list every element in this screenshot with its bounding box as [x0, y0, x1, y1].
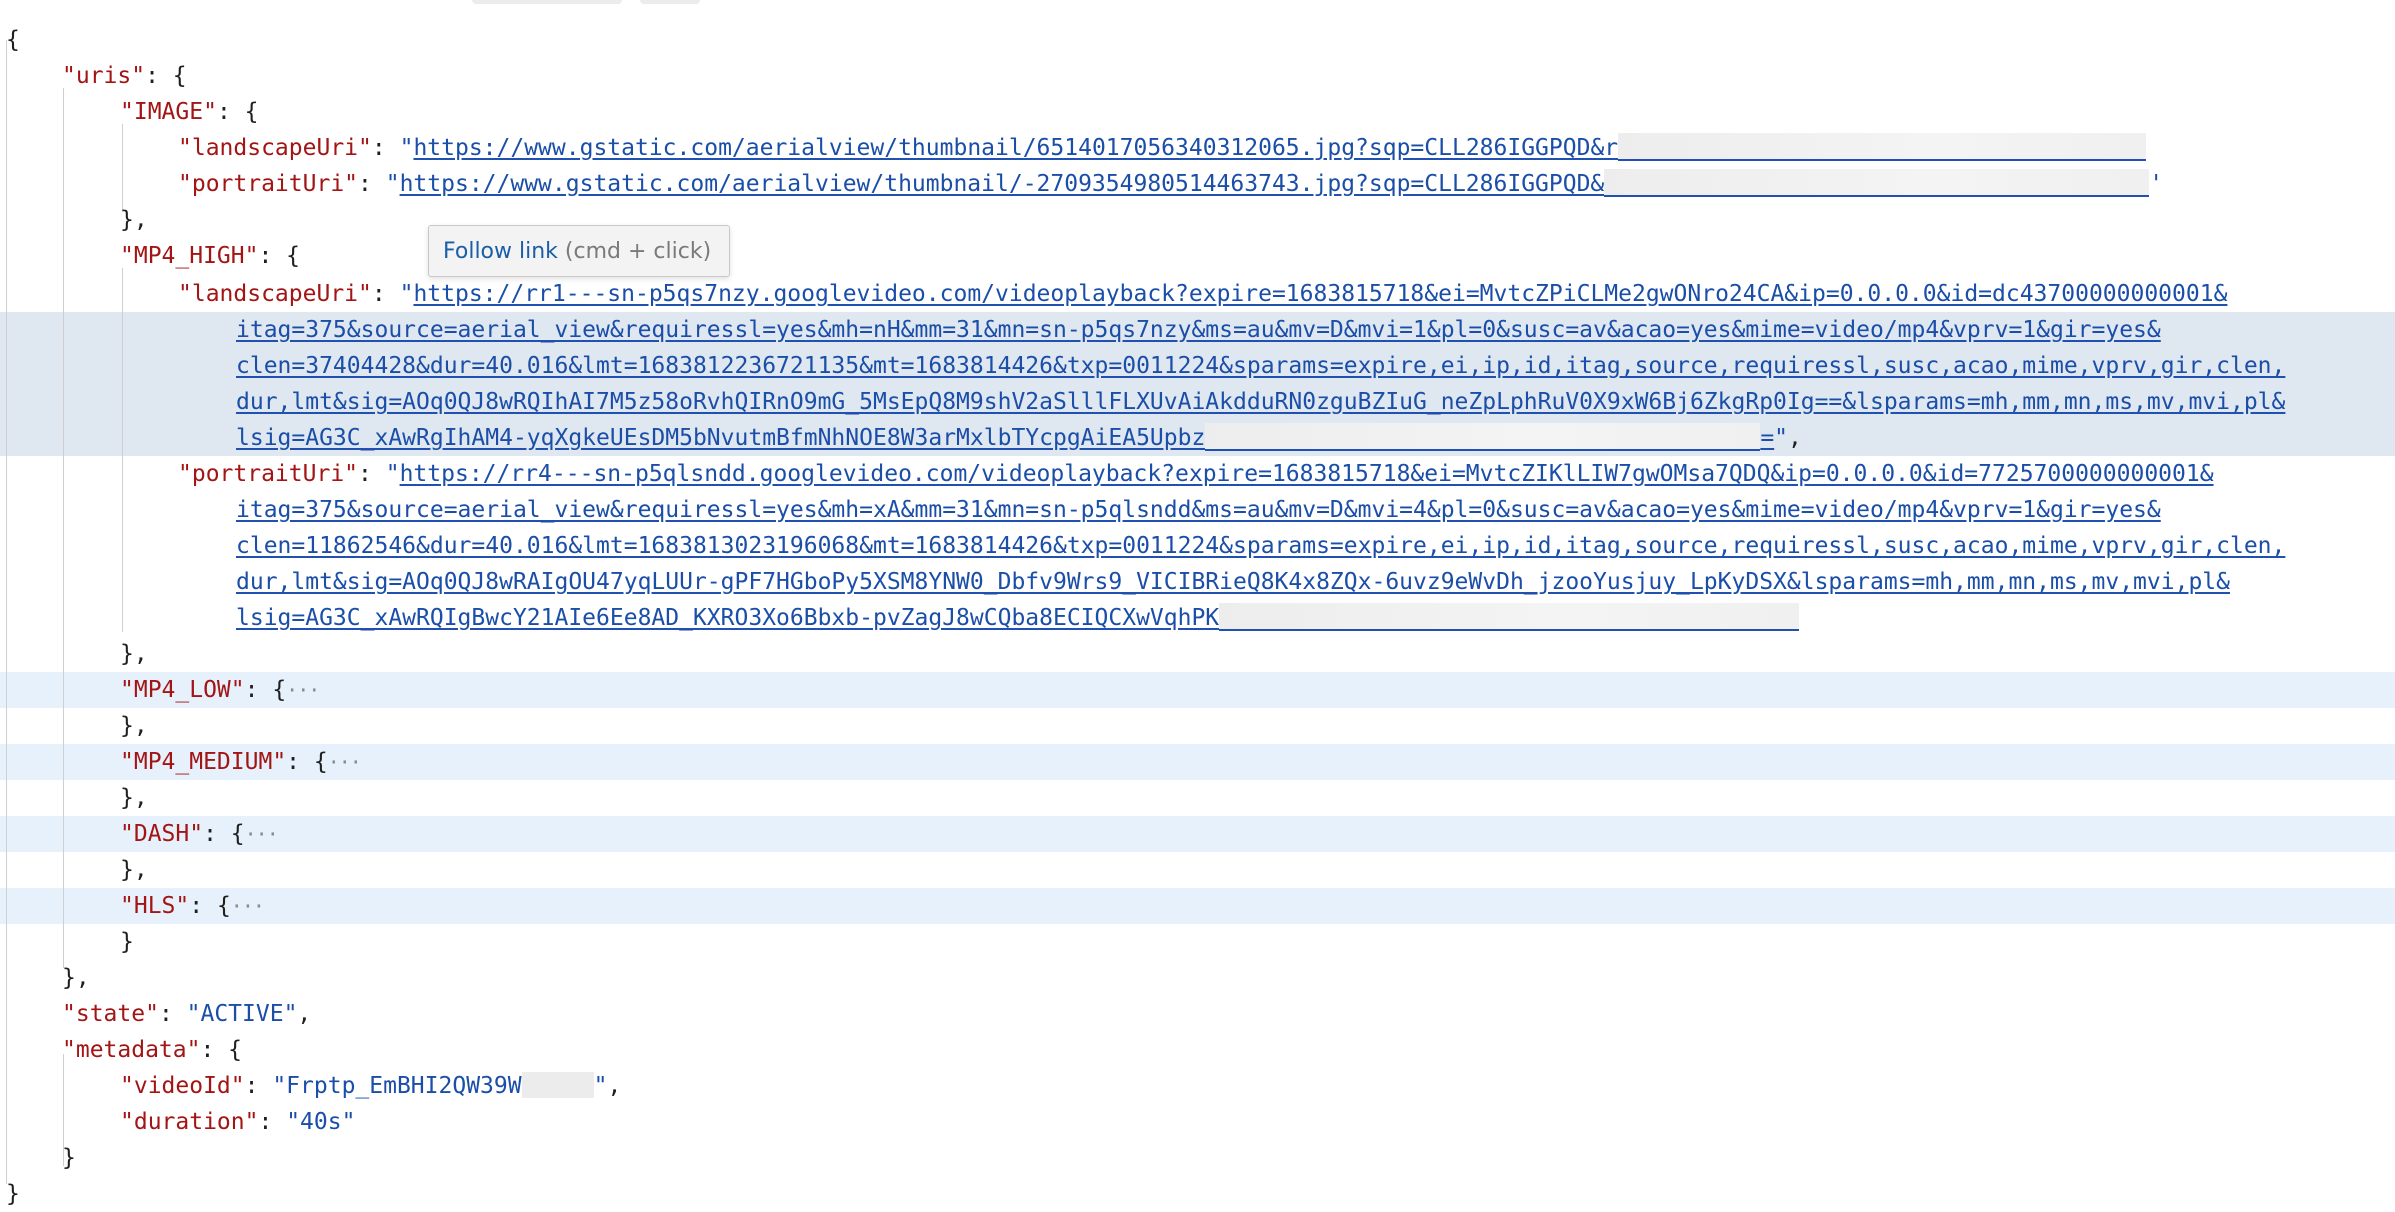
dash-key: "DASH" [120, 821, 204, 847]
json-line-state: "state": "ACTIVE", [62, 1001, 312, 1027]
uris-key: "uris" [62, 63, 146, 89]
json-line-mp4-low[interactable]: "MP4_LOW": {··· [120, 672, 320, 708]
duration-key: "duration" [120, 1109, 259, 1135]
high-landscape-link[interactable]: https://rr1---sn-p5qs7nzy.googlevideo.co… [413, 281, 2227, 307]
high-landscape-link[interactable]: lsig=AG3C_xAwRgIhAM4-yqXgkeUEsDM5bNvutmB… [236, 425, 1205, 451]
json-line-image: "IMAGE": { [120, 99, 259, 125]
indent-guide [122, 124, 123, 212]
video-id-value: "Frptp_EmBHI2QW39W [272, 1073, 522, 1099]
json-line: }, [62, 965, 90, 991]
follow-link-tooltip: Follow link (cmd + click) [428, 225, 730, 277]
image-portrait-link[interactable]: https://www.gstatic.com/aerialview/thumb… [400, 171, 1605, 197]
json-line-metadata: "metadata": { [62, 1037, 243, 1063]
image-landscape-key: "landscapeUri" [178, 135, 372, 161]
json-line-wrap: clen=37404428&dur=40.016&lmt=16838122367… [236, 348, 2285, 384]
json-line: }, [120, 857, 148, 883]
redacted-region [521, 1071, 594, 1098]
json-line-wrap: dur,lmt&sig=AOq0QJ8wRAIgOU47yqLUUr-gPF7H… [236, 564, 2230, 600]
high-portrait-link[interactable]: lsig=AG3C_xAwRQIgBwcY21AIe6Ee8AD_KXRO3Xo… [236, 605, 1219, 631]
json-line: } [120, 929, 134, 955]
json-line: { [6, 22, 20, 58]
json-line: }, [120, 713, 148, 739]
json-line-wrap: itag=375&source=aerial_view&requiressl=y… [236, 312, 2161, 348]
hls-key: "HLS" [120, 893, 190, 919]
redacted-region [1604, 168, 2150, 197]
redacted-region [1618, 132, 2147, 161]
tooltip-follow-link[interactable]: Follow link [443, 239, 558, 264]
mp4-medium-key: "MP4_MEDIUM" [120, 749, 287, 775]
json-line: }, [120, 785, 148, 811]
image-landscape-link[interactable]: https://www.gstatic.com/aerialview/thumb… [413, 135, 1618, 161]
json-line-wrap: itag=375&source=aerial_view&requiressl=y… [236, 492, 2161, 528]
json-line-wrap: dur,lmt&sig=AOq0QJ8wRQIhAI7M5z58oRvhQIRn… [236, 384, 2285, 420]
state-key: "state" [62, 1001, 159, 1027]
folded-row-highlight [0, 816, 2395, 852]
tooltip-hint: (cmd + click) [564, 239, 712, 264]
indent-guide [122, 268, 123, 632]
root-close-line: } [6, 1176, 20, 1212]
json-line-wrap: lsig=AG3C_xAwRgIhAM4-yqXgkeUEsDM5bNvutmB… [236, 420, 1802, 456]
redacted-region [1219, 602, 1800, 631]
high-landscape-link[interactable]: dur,lmt&sig=AOq0QJ8wRQIhAI7M5z58oRvhQIRn… [236, 389, 2285, 415]
json-line-image-landscape: "landscapeUri": "https://www.gstatic.com… [178, 130, 2147, 166]
json-line-wrap: lsig=AG3C_xAwRQIgBwcY21AIe6Ee8AD_KXRO3Xo… [236, 600, 1800, 636]
root-close-brace: } [6, 1181, 20, 1207]
mp4-high-key: "MP4_HIGH" [120, 243, 259, 269]
high-landscape-link[interactable]: clen=37404428&dur=40.016&lmt=16838122367… [236, 353, 2285, 379]
json-line-hls[interactable]: "HLS": {··· [120, 888, 265, 924]
json-line-dash[interactable]: "DASH": {··· [120, 816, 279, 852]
folded-row-highlight [0, 888, 2395, 924]
json-line-wrap: clen=11862546&dur=40.016&lmt=16838130231… [236, 528, 2285, 564]
json-line-video-id: "videoId": "Frptp_EmBHI2QW39W ", [120, 1071, 622, 1099]
json-line-duration: "duration": "40s" [120, 1109, 356, 1135]
fold-ellipsis-icon[interactable]: ··· [328, 750, 362, 774]
fold-ellipsis-icon[interactable]: ··· [286, 678, 320, 702]
image-key: "IMAGE" [120, 99, 217, 125]
image-portrait-key: "portraitUri" [178, 171, 359, 197]
indent-guide [6, 40, 7, 1184]
high-portrait-link[interactable]: dur,lmt&sig=AOq0QJ8wRAIgOU47yqLUUr-gPF7H… [236, 569, 2230, 595]
fold-ellipsis-icon[interactable]: ··· [245, 822, 279, 846]
duration-value: "40s" [286, 1109, 356, 1135]
json-line-mp4-high: "MP4_HIGH": { [120, 243, 301, 269]
json-line: }, [120, 207, 148, 233]
fold-ellipsis-icon[interactable]: ··· [231, 894, 265, 918]
video-id-key: "videoId" [120, 1073, 245, 1099]
root-open-brace: { [6, 27, 20, 53]
json-line: } [62, 1145, 76, 1171]
redacted-region [1205, 422, 1761, 451]
json-line-image-portrait: "portraitUri": "https://www.gstatic.com/… [178, 166, 2163, 202]
high-landscape-link-tail[interactable]: = [1760, 425, 1774, 451]
high-landscape-link[interactable]: itag=375&source=aerial_view&requiressl=y… [236, 317, 2161, 343]
state-value: "ACTIVE" [186, 1001, 298, 1027]
high-portrait-link[interactable]: https://rr4---sn-p5qlsndd.googlevideo.co… [400, 461, 2214, 487]
json-line-mp4-medium[interactable]: "MP4_MEDIUM": {··· [120, 744, 362, 780]
json-line-uris: "uris": { [62, 63, 187, 89]
high-portrait-key: "portraitUri" [178, 461, 359, 487]
folded-row-highlight [0, 672, 2395, 708]
json-viewer: { "uris": { "IMAGE": { "landscapeUri": "… [0, 0, 2395, 1212]
mp4-low-key: "MP4_LOW" [120, 677, 245, 703]
high-portrait-link[interactable]: itag=375&source=aerial_view&requiressl=y… [236, 497, 2161, 523]
high-landscape-key: "landscapeUri" [178, 281, 372, 307]
high-portrait-link[interactable]: clen=11862546&dur=40.016&lmt=16838130231… [236, 533, 2285, 559]
metadata-key: "metadata" [62, 1037, 201, 1063]
json-line-high-landscape: "landscapeUri": "https://rr1---sn-p5qs7n… [178, 281, 2228, 307]
json-line-high-portrait: "portraitUri": "https://rr4---sn-p5qlsnd… [178, 461, 2214, 487]
json-line: }, [120, 641, 148, 667]
indent-guide [63, 88, 64, 968]
